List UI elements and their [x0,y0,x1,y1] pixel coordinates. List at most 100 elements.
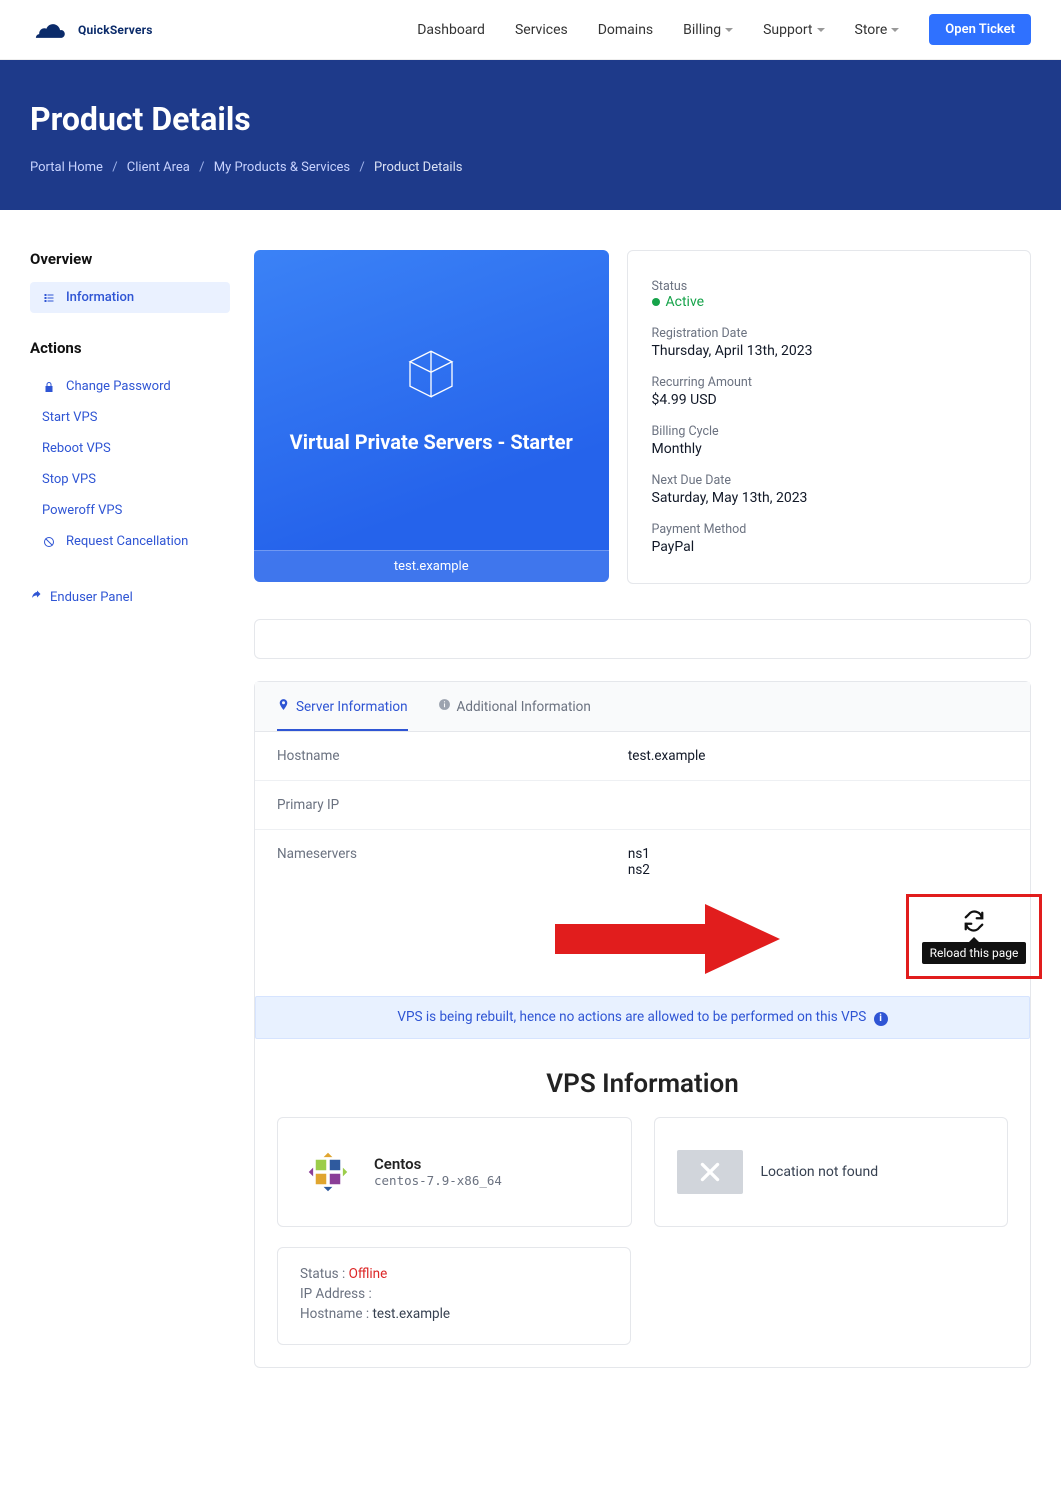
os-name: Centos [374,1155,502,1173]
sidebar-actions-list: Change Password Start VPS Reboot VPS Sto… [30,371,230,557]
breadcrumb: Portal Home / Client Area / My Products … [30,160,1031,175]
hero: Product Details Portal Home / Client Are… [0,60,1061,210]
regdate-value: Thursday, April 13th, 2023 [652,343,1007,359]
reload-callout: Reload this page [255,894,1030,984]
lock-icon [42,381,56,393]
sidebar-item-information[interactable]: Information [30,282,230,313]
missing-image-icon [677,1150,743,1194]
sidebar-enduser-panel[interactable]: Enduser Panel [30,583,230,611]
tab-server-information[interactable]: Server Information [277,682,408,731]
sidebar-item-request-cancellation[interactable]: Request Cancellation [30,526,230,557]
tab-additional-information[interactable]: Additional Information [438,682,591,731]
sidebar-item-label: Request Cancellation [66,534,188,549]
recurring-value: $4.99 USD [652,392,1007,408]
nav-links: Dashboard Services Domains Billing Suppo… [417,22,899,38]
vps-status-label: Status : [300,1266,345,1282]
product-info-card: Status Active Registration Date Thursday… [627,250,1032,584]
share-icon [30,589,42,605]
breadcrumb-current: Product Details [374,160,462,175]
location-card: Location not found [654,1117,1009,1227]
brand-logo[interactable]: QuickServers [30,18,153,42]
top-nav: QuickServers Dashboard Services Domains … [0,0,1061,60]
sidebar-item-poweroff-vps[interactable]: Poweroff VPS [30,495,230,526]
sidebar-item-reboot-vps[interactable]: Reboot VPS [30,433,230,464]
reload-highlight-box: Reload this page [906,894,1042,979]
sidebar-item-stop-vps[interactable]: Stop VPS [30,464,230,495]
sidebar-overview-list: Information [30,282,230,313]
recurring-label: Recurring Amount [652,375,1007,390]
brand-name: QuickServers [78,23,153,37]
sidebar-item-start-vps[interactable]: Start VPS [30,402,230,433]
product-row: Virtual Private Servers - Starter test.e… [254,250,1031,584]
nextdue-value: Saturday, May 13th, 2023 [652,490,1007,506]
vps-status-value: Offline [349,1266,388,1282]
main: Overview Information Actions Change Pass… [0,210,1061,1398]
product-name: Virtual Private Servers - Starter [290,430,573,454]
paymethod-value: PayPal [652,539,1007,555]
ns-values: ns1 ns2 [628,846,650,878]
cycle-value: Monthly [652,441,1007,457]
nextdue-label: Next Due Date [652,473,1007,488]
os-slug: centos-7.9-x86_64 [374,1173,502,1188]
nav-support[interactable]: Support [763,22,824,38]
os-card: Centos centos-7.9-x86_64 [277,1117,632,1227]
sidebar-item-label: Reboot VPS [42,441,111,456]
hostname-value: test.example [628,748,706,764]
location-text: Location not found [761,1164,879,1180]
sidebar-item-label: Enduser Panel [50,590,133,605]
sidebar-actions-title: Actions [30,339,230,357]
cube-icon [403,346,459,406]
content: Virtual Private Servers - Starter test.e… [254,250,1031,1368]
vps-ip-label: IP Address : [300,1286,372,1302]
page-title: Product Details [30,100,1031,138]
centos-icon [300,1144,356,1200]
vps-hostname-label: Hostname : [300,1306,369,1322]
empty-panel [254,619,1031,659]
map-pin-icon [277,698,290,715]
product-card: Virtual Private Servers - Starter test.e… [254,250,609,582]
sidebar-item-label: Stop VPS [42,472,96,487]
chevron-down-icon [725,28,733,32]
nav-dashboard[interactable]: Dashboard [417,22,485,38]
sidebar-overview-title: Overview [30,250,230,268]
chevron-down-icon [891,28,899,32]
sidebar: Overview Information Actions Change Pass… [30,250,230,611]
nav-store[interactable]: Store [855,22,900,38]
reload-tooltip: Reload this page [922,942,1027,964]
status-label: Status [652,279,1007,294]
status-value: Active [652,294,1007,310]
breadcrumb-client-area[interactable]: Client Area [127,160,190,175]
cycle-label: Billing Cycle [652,424,1007,439]
ban-icon [42,536,56,548]
info-circle-icon [438,698,451,715]
refresh-icon[interactable] [963,910,985,936]
breadcrumb-my-products[interactable]: My Products & Services [214,160,350,175]
row-primary-ip: Primary IP [255,781,1030,830]
regdate-label: Registration Date [652,326,1007,341]
red-arrow-annotation [555,904,780,974]
status-dot-icon [652,298,660,306]
vps-meta-card: Status : Offline IP Address : Hostname :… [277,1247,631,1345]
row-hostname: Hostname test.example [255,732,1030,781]
sidebar-item-change-password[interactable]: Change Password [30,371,230,402]
sidebar-item-label: Poweroff VPS [42,503,122,518]
breadcrumb-portal-home[interactable]: Portal Home [30,160,103,175]
vps-section-title: VPS Information [255,1069,1030,1099]
sidebar-item-label: Information [66,290,134,305]
nav-domains[interactable]: Domains [598,22,653,38]
info-icon: i [874,1012,888,1026]
nav-services[interactable]: Services [515,22,568,38]
primaryip-label: Primary IP [277,797,628,813]
info-list-icon [42,292,56,304]
tabs-head: Server Information Additional Informatio… [255,682,1030,732]
open-ticket-button[interactable]: Open Ticket [929,14,1031,45]
rebuild-notice: VPS is being rebuilt, hence no actions a… [255,996,1030,1039]
ns-label: Nameservers [277,846,628,878]
chevron-down-icon [817,28,825,32]
server-tabs-box: Server Information Additional Informatio… [254,681,1031,1368]
row-nameservers: Nameservers ns1 ns2 [255,830,1030,894]
product-hostname: test.example [254,550,609,582]
sidebar-item-label: Change Password [66,379,171,394]
nav-billing[interactable]: Billing [683,22,733,38]
hostname-label: Hostname [277,748,628,764]
